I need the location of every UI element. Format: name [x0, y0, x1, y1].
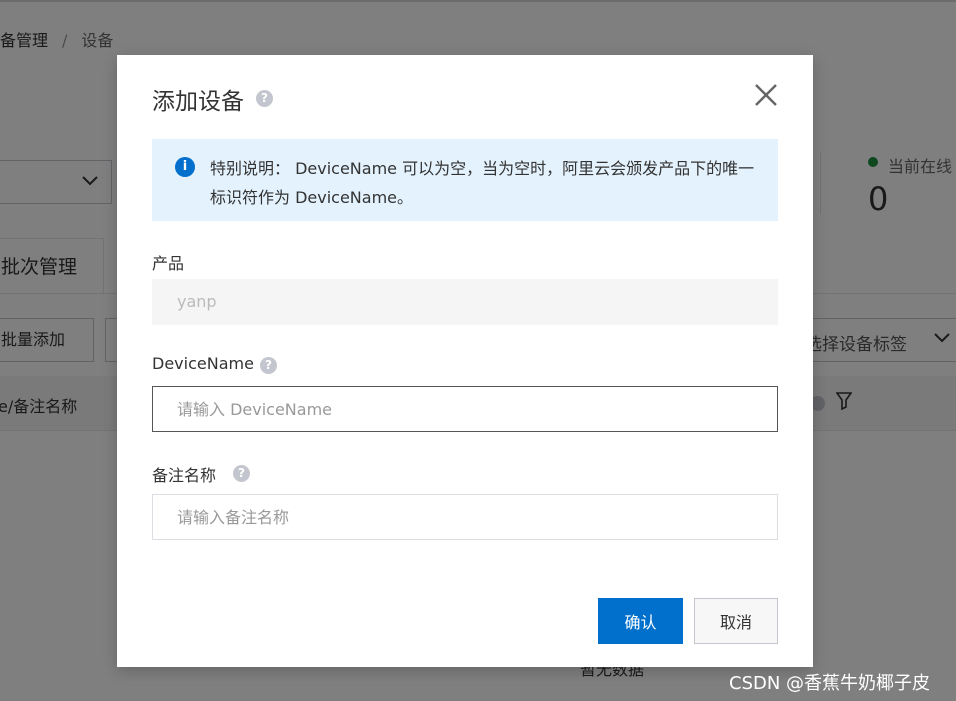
cancel-button[interactable]: 取消 [694, 598, 778, 644]
remark-name-input[interactable] [152, 494, 778, 540]
close-icon[interactable] [753, 82, 779, 108]
notice-box: i 特别说明： DeviceName 可以为空，当为空时，阿里云会颁发产品下的唯… [152, 139, 778, 221]
watermark-text: CSDN @香蕉牛奶椰子皮 [729, 673, 931, 694]
devicename-label: DeviceName [152, 354, 254, 373]
devicename-input[interactable] [152, 386, 778, 432]
dialog-title: 添加设备 [152, 89, 244, 115]
add-device-dialog: 添加设备 ? i 特别说明： DeviceName 可以为空，当为空时，阿里云会… [117, 55, 813, 667]
help-icon[interactable]: ? [256, 90, 273, 107]
product-field: yanp [152, 279, 778, 325]
remark-name-label: 备注名称 [152, 466, 217, 485]
info-icon: i [175, 157, 195, 177]
help-icon[interactable]: ? [260, 357, 277, 374]
product-label: 产品 [152, 254, 185, 273]
confirm-button[interactable]: 确认 [598, 598, 683, 644]
notice-text: 特别说明： DeviceName 可以为空，当为空时，阿里云会颁发产品下的唯一标… [210, 159, 755, 207]
help-icon[interactable]: ? [233, 465, 250, 482]
